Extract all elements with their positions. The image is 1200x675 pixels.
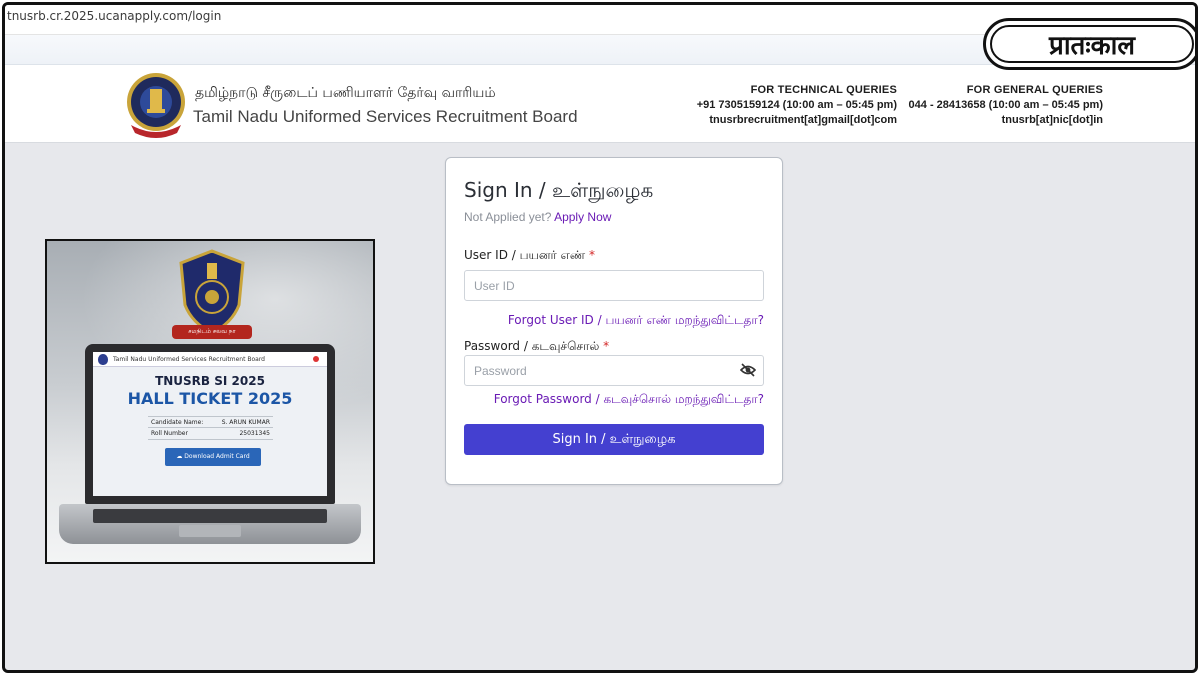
user-id-label-text: User ID / பயனர் எண் bbox=[464, 248, 586, 262]
general-queries-heading: FOR GENERAL QUERIES bbox=[966, 84, 1103, 96]
roll-number-label: Roll Number bbox=[151, 430, 188, 437]
not-applied-label: Not Applied yet? bbox=[464, 210, 552, 224]
mini-site-title: Tamil Nadu Uniformed Services Recruitmen… bbox=[113, 356, 265, 363]
url-text[interactable]: tnusrb.cr.2025.ucanapply.com/login bbox=[7, 9, 221, 23]
apply-now-link[interactable]: Apply Now bbox=[554, 210, 611, 224]
hall-ticket-exam-name: TNUSRB SI 2025 bbox=[155, 374, 265, 388]
mini-emblem-icon bbox=[98, 354, 108, 365]
eye-slash-icon[interactable] bbox=[740, 363, 756, 377]
technical-queries-email: tnusrbrecruitment[at]gmail[dot]com bbox=[709, 114, 897, 126]
police-shield-icon bbox=[179, 249, 245, 335]
technical-queries-block: FOR TECHNICAL QUERIES +91 7305159124 (10… bbox=[645, 83, 897, 128]
board-title-english: Tamil Nadu Uniformed Services Recruitmen… bbox=[193, 107, 578, 126]
shield-ribbon: சமநிடம் சலவ நா bbox=[172, 325, 252, 339]
mini-alert-icon bbox=[313, 356, 319, 362]
site-header: தமிழ்நாடு சீருடைப் பணியாளர் தேர்வு வாரிய… bbox=[5, 65, 1195, 143]
user-id-label: User ID / பயனர் எண் * bbox=[464, 248, 595, 264]
roll-number-value: 25031345 bbox=[239, 430, 270, 437]
brand-logo: प्रातःकाल bbox=[983, 18, 1195, 70]
sign-in-heading: Sign In / உள்நுழைக bbox=[464, 178, 654, 202]
password-label: Password / கடவுச்சொல் * bbox=[464, 339, 609, 355]
candidate-name-label: Candidate Name: bbox=[151, 419, 204, 426]
technical-queries-phone: +91 7305159124 (10:00 am – 05:45 pm) bbox=[696, 99, 897, 111]
board-title-tamil: தமிழ்நாடு சீருடைப் பணியாளர் தேர்வு வாரிய… bbox=[195, 85, 496, 101]
mini-site-header: Tamil Nadu Uniformed Services Recruitmen… bbox=[93, 352, 327, 367]
download-admit-card-label: Download Admit Card bbox=[184, 453, 250, 460]
sign-in-button[interactable]: Sign In / உள்நுழைக bbox=[464, 424, 764, 455]
brand-logo-text: प्रातःकाल bbox=[990, 25, 1194, 63]
password-input[interactable] bbox=[464, 355, 764, 386]
general-queries-block: FOR GENERAL QUERIES 044 - 28413658 (10:0… bbox=[885, 83, 1103, 128]
laptop-base bbox=[59, 504, 361, 544]
general-queries-email: tnusrb[at]nic[dot]in bbox=[1001, 114, 1103, 126]
tnusrb-emblem-icon bbox=[127, 73, 185, 138]
user-id-input[interactable] bbox=[464, 270, 764, 301]
required-mark: * bbox=[603, 339, 610, 353]
required-mark: * bbox=[589, 248, 596, 262]
not-applied-text: Not Applied yet? Apply Now bbox=[464, 210, 611, 224]
candidate-name-value: S. ARUN KUMAR bbox=[221, 419, 270, 426]
hall-ticket-promo-image: சமநிடம் சலவ நா Tamil Nadu Uniformed Serv… bbox=[45, 239, 375, 564]
general-queries-phone: 044 - 28413658 (10:00 am – 05:45 pm) bbox=[908, 99, 1103, 111]
sign-in-card: Sign In / உள்நுழைக Not Applied yet? Appl… bbox=[445, 157, 783, 485]
laptop-keyboard bbox=[93, 509, 327, 523]
laptop-touchpad bbox=[179, 525, 241, 537]
laptop-display: Tamil Nadu Uniformed Services Recruitmen… bbox=[93, 352, 327, 496]
forgot-user-id-link[interactable]: Forgot User ID / பயனர் எண் மறந்துவிட்டதா… bbox=[508, 313, 764, 329]
roll-number-row: Roll Number 25031345 bbox=[148, 427, 273, 440]
screenshot-frame: tnusrb.cr.2025.ucanapply.com/login தமிழ்… bbox=[2, 2, 1198, 673]
forgot-password-link[interactable]: Forgot Password / கடவுச்சொல் மறந்துவிட்ட… bbox=[494, 392, 764, 408]
hall-ticket-title: HALL TICKET 2025 bbox=[127, 389, 293, 408]
laptop-screen: Tamil Nadu Uniformed Services Recruitmen… bbox=[85, 344, 335, 504]
password-label-text: Password / கடவுச்சொல் bbox=[464, 339, 600, 353]
download-admit-card-button: ☁ Download Admit Card bbox=[165, 448, 261, 466]
technical-queries-heading: FOR TECHNICAL QUERIES bbox=[750, 84, 897, 96]
